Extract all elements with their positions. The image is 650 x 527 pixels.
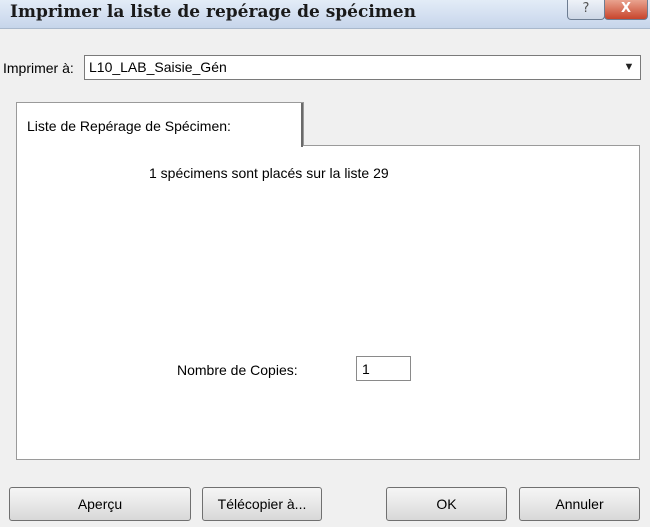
specimen-count-text: 1 spécimens sont placés sur la liste 29 [149, 165, 389, 181]
tab-panel: 1 spécimens sont placés sur la liste 29 … [16, 145, 640, 460]
title-bar: Imprimer la liste de repérage de spécime… [0, 0, 650, 29]
copies-label: Nombre de Copies: [177, 362, 298, 378]
printer-label: Imprimer à: [3, 60, 74, 76]
copies-input[interactable] [356, 356, 411, 381]
cancel-button[interactable]: Annuler [519, 487, 640, 521]
chevron-down-icon[interactable]: ▼ [622, 59, 636, 75]
ok-button[interactable]: OK [386, 487, 507, 521]
printer-select[interactable]: L10_LAB_Saisie_Gén ▼ [84, 55, 641, 80]
tab-label: Liste de Repérage de Spécimen: [27, 118, 231, 134]
close-button[interactable]: X [604, 0, 648, 20]
help-icon: ? [582, 1, 590, 16]
help-button[interactable]: ? [567, 0, 605, 20]
fax-button[interactable]: Télécopier à... [202, 487, 322, 521]
tab-specimen-list[interactable]: Liste de Repérage de Spécimen: [16, 102, 304, 147]
window-title: Imprimer la liste de repérage de spécime… [10, 2, 416, 22]
printer-selected-value: L10_LAB_Saisie_Gén [89, 59, 227, 75]
close-icon: X [620, 1, 632, 16]
preview-button[interactable]: Aperçu [9, 487, 191, 521]
